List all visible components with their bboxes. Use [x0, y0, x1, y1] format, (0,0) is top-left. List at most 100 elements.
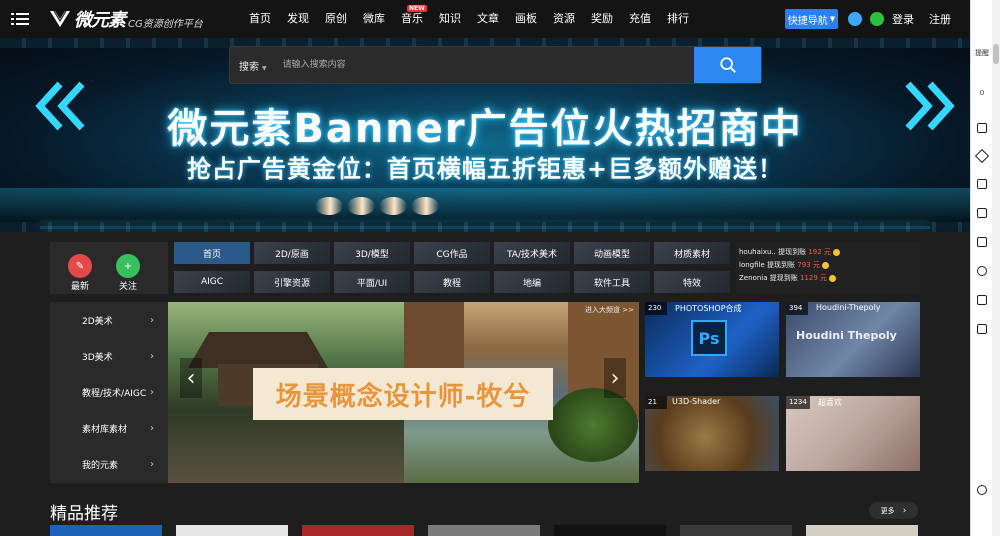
scrollbar-thumb[interactable]: [993, 44, 999, 64]
submenu-item-tutorial[interactable]: 教程/技术/AIGC ›: [50, 374, 168, 410]
category-aigc[interactable]: AIGC: [174, 271, 250, 293]
category-cg[interactable]: CG作品: [414, 242, 490, 264]
search-button[interactable]: [694, 47, 761, 83]
category-ta[interactable]: TA/技术美术: [494, 242, 570, 264]
recommend-card[interactable]: [680, 525, 792, 536]
nav-item-resources[interactable]: 资源: [545, 0, 583, 38]
enter-channel-link[interactable]: 进入大频道 >>: [585, 305, 634, 315]
submenu-item-label: 教程/技术/AIGC: [82, 388, 147, 399]
wechat-login-icon[interactable]: [870, 12, 884, 26]
submenu-item-library[interactable]: 素材库素材 ›: [50, 410, 168, 446]
follow-label[interactable]: 关注: [108, 279, 148, 292]
carousel-prev-button[interactable]: ‹: [180, 358, 202, 398]
nav-item-home[interactable]: 首页: [241, 0, 279, 38]
nav-item-music[interactable]: 音乐 NEW: [393, 0, 431, 38]
thumbnail-card[interactable]: 21 U3D-Shader: [645, 396, 779, 471]
qq-login-icon[interactable]: [848, 12, 862, 26]
recommend-card-row: [50, 525, 920, 536]
coin-icon: [829, 274, 837, 282]
recommend-card[interactable]: [176, 525, 288, 536]
submenu-item-3d[interactable]: 3D美术 ›: [50, 338, 168, 374]
feed-amount: 793 元: [797, 261, 820, 269]
quick-nav-button[interactable]: 快捷导航 ▼: [785, 9, 838, 29]
category-level-design[interactable]: 地编: [494, 271, 570, 293]
nav-item-original[interactable]: 原创: [317, 0, 355, 38]
nav-item-recharge[interactable]: 充值: [621, 0, 659, 38]
submenu-item-mine[interactable]: 我的元素 ›: [50, 446, 168, 482]
grid-icon[interactable]: [977, 237, 987, 247]
new-badge: NEW: [407, 5, 427, 12]
more-button[interactable]: 更多 ›: [869, 502, 918, 519]
tag-icon[interactable]: ✎: [68, 254, 92, 278]
nav-item-rewards[interactable]: 奖励: [583, 0, 621, 38]
category-home[interactable]: 首页: [174, 242, 250, 264]
nav-item-board[interactable]: 画板: [507, 0, 545, 38]
nav-item-library[interactable]: 微库: [355, 0, 393, 38]
submenu-item-2d[interactable]: 2D美术 ›: [50, 302, 168, 338]
carousel-next-button[interactable]: ›: [604, 358, 626, 398]
more-label: 更多: [880, 506, 895, 515]
user-card-icon[interactable]: [977, 123, 987, 133]
category-tutorial[interactable]: 教程: [414, 271, 490, 293]
nav-item-discover[interactable]: 发现: [279, 0, 317, 38]
main-nav: 首页 发现 原创 微库 音乐 NEW 知识 文章 画板 资源 奖励 充值 排行: [241, 0, 697, 38]
nav-item-articles[interactable]: 文章: [469, 0, 507, 38]
quick-actions: ✎ + 最新 关注: [50, 242, 168, 294]
recommend-card[interactable]: [428, 525, 540, 536]
expand-icon[interactable]: [977, 179, 987, 189]
category-2d[interactable]: 2D/原画: [254, 242, 330, 264]
thumbnail-title: U3D-Shader: [672, 397, 721, 406]
hamburger-menu-icon[interactable]: [0, 0, 40, 38]
thumbnail-title: PHOTOSHOP合成: [675, 304, 742, 313]
category-materials[interactable]: 材质素材: [654, 242, 730, 264]
back-to-top-icon[interactable]: [977, 485, 987, 495]
quick-nav-label: 快捷导航: [787, 15, 828, 27]
latest-label[interactable]: 最新: [60, 279, 100, 292]
category-engine[interactable]: 引擎资源: [254, 271, 330, 293]
search-bar: 搜索 ▼: [229, 46, 762, 84]
feed-action: 提现到账: [767, 261, 796, 269]
featured-carousel[interactable]: 进入大频道 >> ‹ › 场景概念设计师-牧兮: [168, 302, 639, 483]
category-animation[interactable]: 动画模型: [574, 242, 650, 264]
user-plus-icon[interactable]: +: [116, 254, 140, 278]
thumbnail-count: 230: [645, 302, 667, 315]
category-software[interactable]: 软件工具: [574, 271, 650, 293]
nav-item-knowledge[interactable]: 知识: [431, 0, 469, 38]
recommend-card[interactable]: [50, 525, 162, 536]
video-icon[interactable]: [977, 295, 987, 305]
carousel-tree-shape: [548, 388, 638, 462]
nav-item-ranking[interactable]: 排行: [659, 0, 697, 38]
submenu-item-label: 2D美术: [82, 316, 113, 327]
page-scrollbar[interactable]: [992, 0, 1000, 536]
banner-light-dots: [315, 197, 439, 215]
register-link[interactable]: 注册: [929, 11, 951, 27]
category-vfx[interactable]: 特效: [654, 271, 730, 293]
feed-row: houhaixu.. 提现到账 192 元: [739, 246, 920, 259]
top-navigation-bar: 微元素 CG资源创作平台 首页 发现 原创 微库 音乐 NEW 知识 文章 画板 …: [0, 0, 970, 38]
star-icon[interactable]: [974, 148, 990, 164]
caret-down-icon: ▼: [829, 15, 836, 23]
site-logo[interactable]: 微元素 CG资源创作平台: [48, 6, 223, 32]
page: 微元素 CG资源创作平台 首页 发现 原创 微库 音乐 NEW 知识 文章 画板 …: [0, 0, 1000, 536]
category-ui[interactable]: 平面/UI: [334, 271, 410, 293]
recommend-card[interactable]: [302, 525, 414, 536]
recommend-card[interactable]: [554, 525, 666, 536]
search-scope-select[interactable]: 搜索 ▼: [239, 58, 267, 73]
logo-subtitle: CG资源创作平台: [128, 18, 203, 30]
thumbnail-card[interactable]: 1234 超喜欢: [786, 396, 920, 471]
feed-amount: 1129 元: [799, 274, 828, 282]
search-input[interactable]: [282, 53, 663, 77]
feed-action: 提现到账: [769, 274, 798, 282]
thumbnail-card[interactable]: Houdini Thepoly 394 Houdini-Thepoly: [786, 302, 920, 377]
image-icon[interactable]: [977, 208, 987, 218]
category-3d[interactable]: 3D/模型: [334, 242, 410, 264]
reminder-label[interactable]: 提醒: [975, 49, 989, 58]
thumbnail-card[interactable]: Ps 230 PHOTOSHOP合成: [645, 302, 779, 377]
document-icon[interactable]: [977, 324, 987, 334]
login-link[interactable]: 登录: [892, 11, 914, 27]
category-grid: 首页 2D/原画 3D/模型 CG作品 TA/技术美术 动画模型 材质素材 AI…: [174, 242, 732, 294]
recommend-card[interactable]: [806, 525, 918, 536]
users-icon[interactable]: [977, 266, 987, 276]
carousel-caption: 场景概念设计师-牧兮: [253, 368, 553, 420]
search-scope-label: 搜索: [239, 61, 259, 73]
